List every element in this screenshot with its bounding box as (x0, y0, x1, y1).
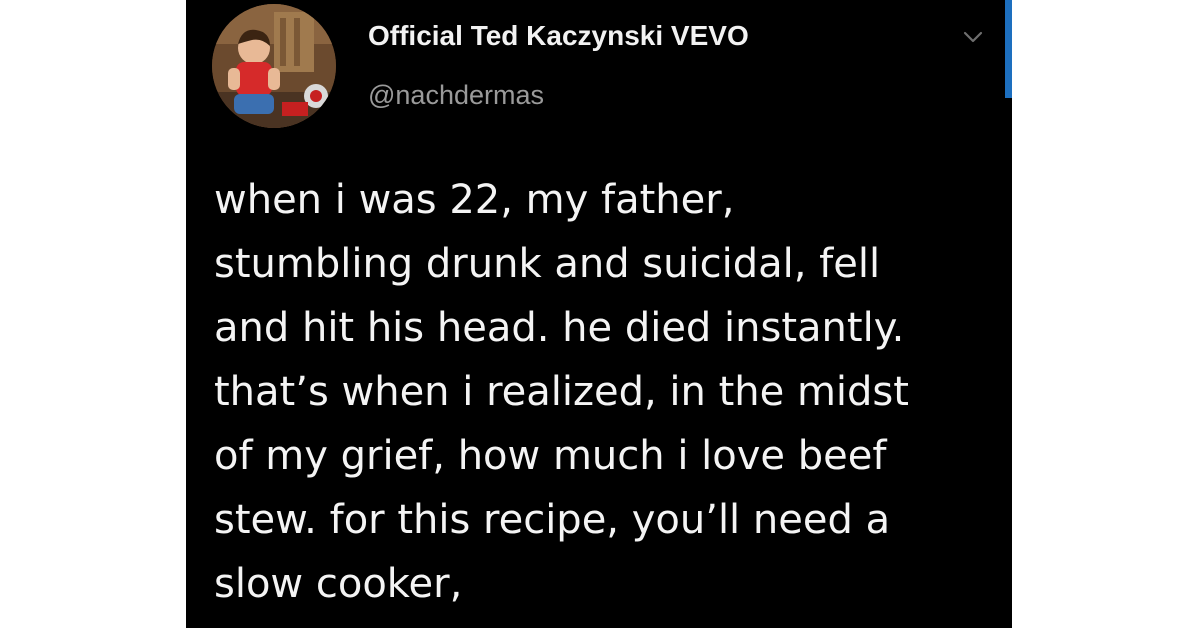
tweet-text: when i was 22, my father, stumbling drun… (214, 168, 994, 616)
tweet-text-line: of my grief, how much i love beef (214, 433, 887, 479)
avatar-photo-icon (212, 4, 336, 128)
tweet-text-line: when i was 22, my father, (214, 177, 735, 223)
page: Official Ted Kaczynski VEVO @nachdermas … (0, 0, 1200, 628)
accent-bar (1005, 0, 1012, 98)
tweet-text-line: that’s when i realized, in the midst (214, 369, 909, 415)
avatar[interactable] (212, 4, 336, 128)
display-name[interactable]: Official Ted Kaczynski VEVO (368, 18, 749, 54)
chevron-down-icon[interactable] (960, 24, 986, 50)
user-handle[interactable]: @nachdermas (368, 78, 544, 112)
tweet-text-line: stew. for this recipe, you’ll need a (214, 497, 891, 543)
tweet-text-line: stumbling drunk and suicidal, fell (214, 241, 881, 287)
tweet-card: Official Ted Kaczynski VEVO @nachdermas … (186, 0, 1012, 628)
tweet-text-line: slow cooker, (214, 561, 463, 607)
tweet-text-line: and hit his head. he died instantly. (214, 305, 905, 351)
